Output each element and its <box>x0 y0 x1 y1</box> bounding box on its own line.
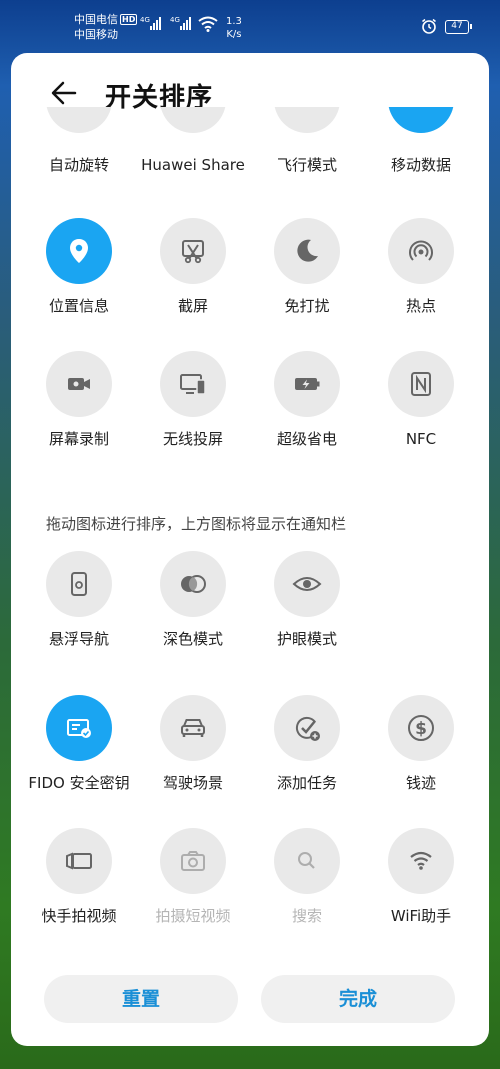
tile-search[interactable]: 搜索 <box>251 828 363 927</box>
done-button[interactable]: 完成 <box>261 975 455 1023</box>
tile-location[interactable]: 位置信息 <box>23 218 135 317</box>
dollar-icon: $ <box>388 695 454 761</box>
tile-screenshot[interactable]: 截屏 <box>137 218 249 317</box>
hotspot-icon <box>388 218 454 284</box>
floating-nav-icon <box>46 551 112 617</box>
camera-icon <box>160 828 226 894</box>
tile-mobile-data[interactable]: 移动数据 <box>365 155 477 176</box>
nfc-icon <box>388 351 454 417</box>
wifi-status-icon <box>198 16 218 32</box>
add-task-icon <box>274 695 340 761</box>
alarm-icon <box>422 18 436 34</box>
tile-driving-mode[interactable]: 驾驶场景 <box>137 695 249 794</box>
network-type-2: 4G <box>170 16 180 24</box>
tile-money-tracker[interactable]: $ 钱迹 <box>365 695 477 794</box>
network-type-1: 4G <box>140 16 150 24</box>
carrier-1: 中国电信 <box>74 13 118 26</box>
battery-bolt-icon <box>274 351 340 417</box>
tile-auto-rotate[interactable]: 自动旋转 <box>23 155 135 176</box>
dark-mode-icon <box>160 551 226 617</box>
tile-eye-comfort[interactable]: 护眼模式 <box>251 551 363 650</box>
carrier-2: 中国移动 <box>74 28 118 41</box>
signal-icon-1 <box>150 16 164 30</box>
tile-do-not-disturb[interactable]: 免打扰 <box>251 218 363 317</box>
car-icon <box>160 695 226 761</box>
moon-icon <box>274 218 340 284</box>
video-frame-icon <box>46 828 112 894</box>
carrier-info: 中国电信 HD 中国移动 <box>74 12 138 42</box>
fido-key-icon <box>46 695 112 761</box>
tile-hotspot[interactable]: 热点 <box>365 218 477 317</box>
tile-floating-nav[interactable]: 悬浮导航 <box>23 551 135 650</box>
drag-hint-text: 拖动图标进行排序，上方图标将显示在通知栏 <box>46 515 347 533</box>
eye-icon <box>274 551 340 617</box>
airplane-mode-icon[interactable] <box>274 107 340 133</box>
tile-wifi-assistant[interactable]: WiFi助手 <box>365 828 477 927</box>
tile-fido-key[interactable]: FIDO 安全密钥 <box>23 695 135 794</box>
network-speed: 1.3 K/s <box>226 16 242 40</box>
status-bar: 中国电信 HD 中国移动 4G 4G 1.3 K/s 47 <box>0 0 500 50</box>
tile-short-video[interactable]: 拍摄短视频 <box>137 828 249 927</box>
tile-add-task[interactable]: 添加任务 <box>251 695 363 794</box>
search-icon <box>274 828 340 894</box>
huawei-share-icon[interactable] <box>160 107 226 133</box>
auto-rotate-icon[interactable] <box>46 107 112 133</box>
wifi-icon <box>388 828 454 894</box>
cast-screen-icon <box>160 351 226 417</box>
tile-screen-record[interactable]: 屏幕录制 <box>23 351 135 450</box>
reset-button[interactable]: 重置 <box>44 975 238 1023</box>
location-pin-icon <box>46 218 112 284</box>
svg-text:$: $ <box>415 719 427 739</box>
hd-badge: HD <box>120 14 138 25</box>
mobile-data-icon[interactable] <box>388 107 454 133</box>
tile-wireless-projection[interactable]: 无线投屏 <box>137 351 249 450</box>
tile-nfc[interactable]: NFC <box>365 351 477 450</box>
screenshot-scissors-icon <box>160 218 226 284</box>
back-arrow-icon[interactable] <box>49 78 79 108</box>
tile-power-saving[interactable]: 超级省电 <box>251 351 363 450</box>
signal-icon-2 <box>180 16 194 30</box>
video-camera-icon <box>46 351 112 417</box>
battery-indicator: 47 <box>445 20 472 34</box>
tile-airplane-mode[interactable]: 飞行模式 <box>251 155 363 176</box>
tile-dark-mode[interactable]: 深色模式 <box>137 551 249 650</box>
tile-huawei-share[interactable]: Huawei Share <box>137 155 249 176</box>
tile-kuaishou-video[interactable]: 快手拍视频 <box>23 828 135 927</box>
switch-sort-panel: 开关排序 自动旋转 Huawei Share 飞行模式 移动数据 位置信息 截屏… <box>11 53 489 1046</box>
